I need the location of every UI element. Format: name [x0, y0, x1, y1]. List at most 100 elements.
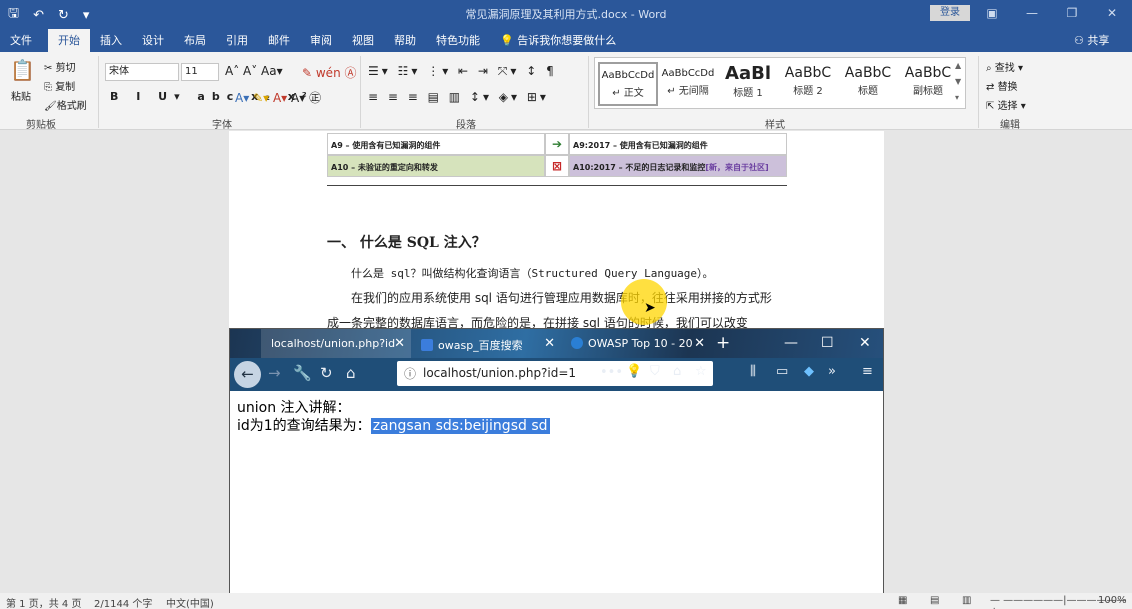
- tab-layout[interactable]: 布局: [184, 32, 206, 48]
- firefox-window: localhost/union.php?id ✕ owasp_百度搜索 ✕ OWAS…: [229, 328, 884, 609]
- style-title[interactable]: AaBbC 标题: [838, 62, 898, 106]
- tab-close-icon[interactable]: ✕: [544, 336, 555, 351]
- home-icon[interactable]: ⌂: [346, 364, 356, 382]
- house-addon-icon[interactable]: ⌂: [673, 364, 681, 379]
- read-mode-icon[interactable]: ▦: [898, 595, 907, 606]
- brush-icon: 🖌: [44, 101, 57, 112]
- bulb-icon[interactable]: 💡: [626, 364, 642, 379]
- styles-scroll-icon[interactable]: ▲ ▼ ▾: [955, 58, 961, 106]
- browser-minimize-icon[interactable]: —: [784, 335, 798, 351]
- section-heading: 一、 什么是 SQL 注入？: [327, 235, 486, 251]
- browser-tab-baidu[interactable]: owasp_百度搜索 ✕: [411, 329, 561, 358]
- info-icon[interactable]: ⓘ: [404, 365, 416, 382]
- browser-close-icon[interactable]: ✕: [859, 335, 871, 351]
- paste-button[interactable]: 粘贴: [11, 88, 31, 103]
- baidu-favicon-icon: [421, 339, 433, 351]
- copy-icon: ⎘: [44, 82, 56, 93]
- paragraph-2: 在我们的应用系统使用 sql 语句进行管理应用数据库时，往往采用拼接的方式形: [351, 291, 772, 305]
- copy-button[interactable]: ⎘ 复制: [44, 78, 75, 93]
- overflow-chevron-icon[interactable]: »: [828, 364, 836, 379]
- pocket-icon[interactable]: ⛉: [650, 364, 660, 379]
- sidebar-icon[interactable]: ▭: [776, 364, 788, 379]
- clear-format-icon[interactable]: ✎ wén Ⓐ: [302, 64, 357, 81]
- select-button[interactable]: ⇱ 选择 ▾: [986, 97, 1026, 112]
- new-tab-icon[interactable]: +: [716, 333, 730, 353]
- tab-references[interactable]: 引用: [226, 32, 248, 48]
- page-actions-icon[interactable]: •••: [600, 365, 623, 380]
- browser-tab-owasp[interactable]: OWASP Top 10 - 20 ✕: [561, 329, 711, 358]
- style-normal[interactable]: AaBbCcDd ↵ 正文: [598, 62, 658, 106]
- reload-icon[interactable]: ↻: [320, 364, 333, 382]
- find-button[interactable]: ⌕ 查找 ▾: [986, 59, 1023, 74]
- bookmark-star-icon[interactable]: ☆: [695, 364, 707, 379]
- wrench-icon[interactable]: 🔧: [293, 364, 312, 382]
- grow-font-icon[interactable]: A˄ A˅ Aa▾: [225, 64, 283, 78]
- lightbulb-icon: 💡: [500, 34, 518, 47]
- menu-icon[interactable]: ≡: [862, 364, 873, 379]
- alignment-buttons[interactable]: ≡ ≡ ≡ ▤ ▥ ↕▾ ◈▾ ⊞▾: [368, 90, 549, 104]
- minimize-icon[interactable]: —: [1012, 0, 1052, 26]
- font-color-buttons[interactable]: A▾ ✎▾ A▾ A▾ ㊣: [235, 89, 321, 106]
- browser-maximize-icon[interactable]: ☐: [821, 335, 834, 351]
- paste-icon[interactable]: 📋: [10, 58, 35, 82]
- search-icon: ⌕: [986, 63, 995, 74]
- paragraph-1: 什么是 sql？叫做结构化查询语言（Structured Query Langu…: [351, 267, 714, 280]
- zoom-level[interactable]: 100%: [1098, 595, 1127, 606]
- styles-gallery: AaBbCcDd ↵ 正文 AaBbCcDd ↵ 无间隔 AaBl 标题 1 AaBb…: [594, 57, 966, 109]
- scissors-icon: ✂: [44, 63, 56, 74]
- styles-group-label: 样式: [765, 120, 785, 131]
- style-no-spacing[interactable]: AaBbCcDd ↵ 无间隔: [658, 62, 718, 106]
- tab-close-icon[interactable]: ✕: [694, 336, 705, 351]
- tab-help[interactable]: 帮助: [394, 32, 416, 48]
- tab-home[interactable]: 开始: [48, 29, 90, 53]
- font-size-combo[interactable]: 11: [181, 63, 219, 81]
- tab-features[interactable]: 特色功能: [436, 32, 480, 48]
- word-statusbar: 第 1 页，共 4 页 2/1144 个字 中文(中国) ▦ ▤ ▥ — ———…: [0, 593, 1132, 609]
- arrow-right-icon: ➔: [545, 133, 569, 155]
- clipboard-group-label: 剪贴板: [26, 120, 56, 131]
- word-count[interactable]: 2/1144 个字: [94, 595, 152, 609]
- replace-icon: ⇄: [986, 82, 998, 93]
- table-row: A10 – 未验证的重定向和转发 ⊠ A10:2017 – 不足的日志记录和监控…: [327, 155, 787, 177]
- x-mark-icon: ⊠: [545, 155, 569, 177]
- web-layout-icon[interactable]: ▥: [962, 595, 971, 606]
- browser-tab-strip: localhost/union.php?id ✕ owasp_百度搜索 ✕ OWAS…: [230, 329, 883, 358]
- style-heading2[interactable]: AaBbC 标题 2: [778, 62, 838, 106]
- tab-file[interactable]: 文件: [10, 32, 32, 48]
- tab-review[interactable]: 审阅: [310, 32, 332, 48]
- language-indicator[interactable]: 中文(中国): [166, 595, 214, 609]
- library-icon[interactable]: ⫼: [750, 364, 756, 379]
- tab-mailings[interactable]: 邮件: [268, 32, 290, 48]
- browser-navbar: ← → 🔧 ↻ ⌂ ⓘ localhost/union.php?id=1 •••…: [230, 358, 883, 391]
- cursor-icon: ⇱: [986, 101, 998, 112]
- selected-result-text[interactable]: zangsan sds:beijingsd sd: [370, 418, 550, 434]
- tab-close-icon[interactable]: ✕: [394, 336, 405, 351]
- font-group-label: 字体: [212, 120, 232, 131]
- editing-group-label: 编辑: [1000, 120, 1020, 131]
- url-bar[interactable]: ⓘ localhost/union.php?id=1: [397, 361, 713, 386]
- restore-icon[interactable]: ❐: [1052, 0, 1092, 26]
- login-button[interactable]: 登录: [930, 5, 970, 21]
- addon-icon[interactable]: ◆: [804, 364, 814, 379]
- browser-tab-union[interactable]: localhost/union.php?id ✕: [261, 329, 411, 358]
- share-button[interactable]: ⚇ 共享: [1074, 32, 1109, 48]
- tell-me-search[interactable]: 💡 告诉我你想要做什么: [500, 32, 616, 48]
- tab-insert[interactable]: 插入: [100, 32, 122, 48]
- tab-design[interactable]: 设计: [142, 32, 164, 48]
- tab-view[interactable]: 视图: [352, 32, 374, 48]
- font-name-combo[interactable]: 宋体: [105, 63, 179, 81]
- page-count[interactable]: 第 1 页，共 4 页: [6, 595, 81, 609]
- back-arrow-icon[interactable]: ←: [234, 361, 261, 388]
- ribbon-display-icon[interactable]: ▣: [972, 0, 1012, 26]
- style-heading1[interactable]: AaBl 标题 1: [718, 62, 778, 106]
- close-icon[interactable]: ✕: [1092, 0, 1132, 26]
- list-buttons[interactable]: ☰▾ ☷▾ ⋮▾ ⇤ ⇥ ⤧▾ ↕ ¶: [368, 64, 557, 79]
- format-painter-button[interactable]: 🖌格式刷: [44, 97, 87, 112]
- cut-button[interactable]: ✂ 剪切: [44, 59, 76, 74]
- replace-button[interactable]: ⇄ 替换: [986, 78, 1018, 93]
- word-titlebar: 🖫 ↶ ↻ ▾ 常见漏洞原理及其利用方式.docx - Word 登录 ▣ — …: [0, 0, 1132, 27]
- print-layout-icon[interactable]: ▤: [930, 595, 939, 606]
- ribbon-tabs: 文件 开始 插入 设计 布局 引用 邮件 审阅 视图 帮助 特色功能 💡 告诉我…: [0, 27, 1132, 53]
- forward-arrow-icon[interactable]: →: [268, 364, 281, 382]
- style-subtitle[interactable]: AaBbC 副标题: [898, 62, 958, 106]
